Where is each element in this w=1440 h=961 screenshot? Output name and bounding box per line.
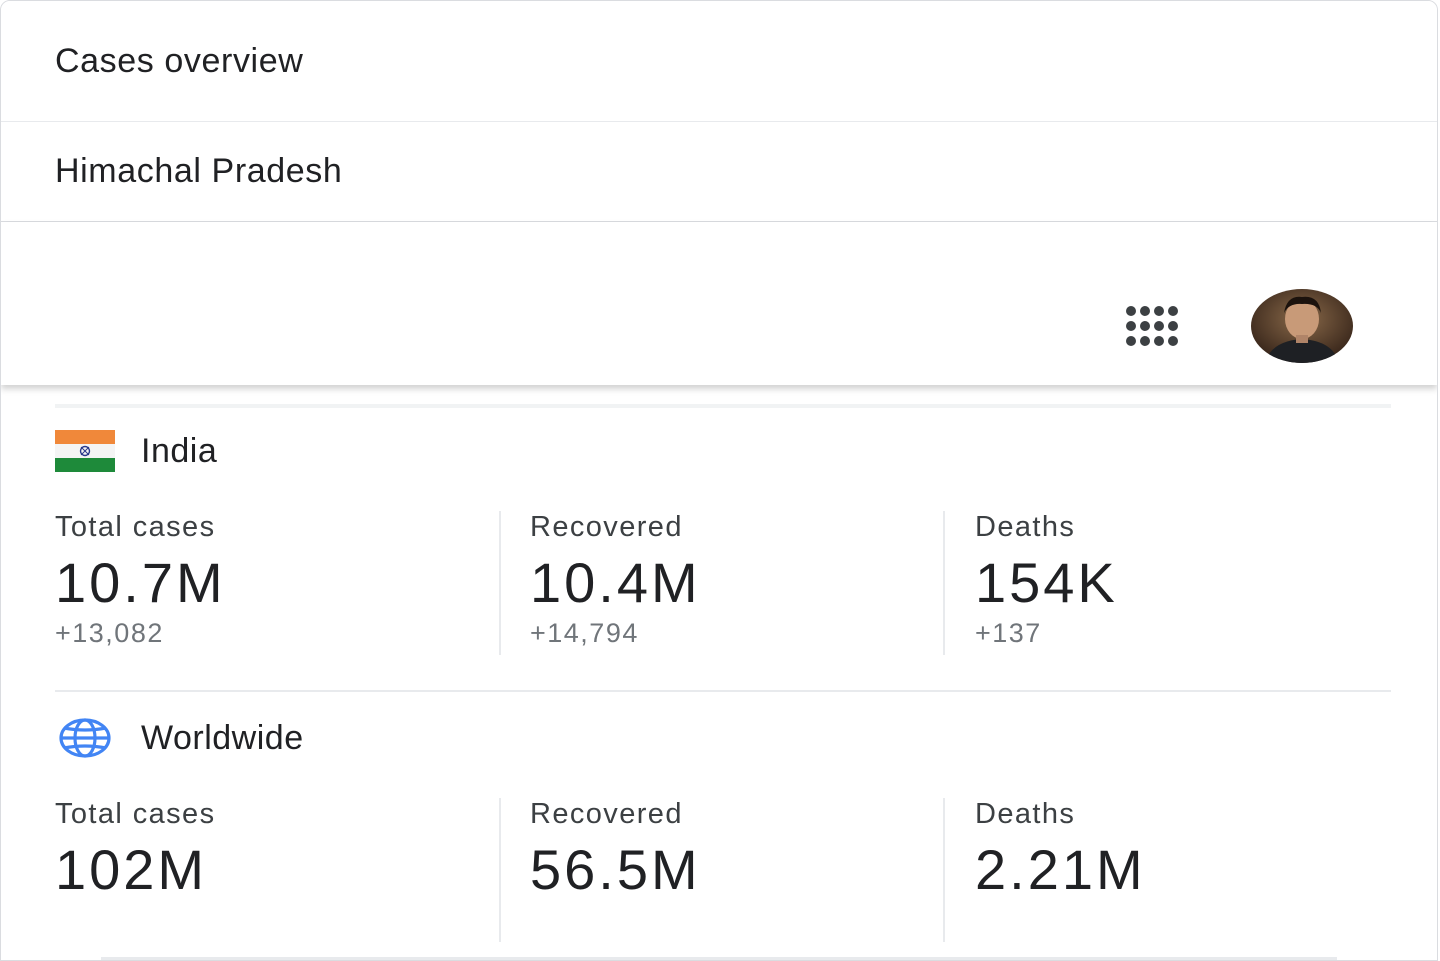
stat-label: Total cases	[55, 511, 216, 543]
divider	[499, 511, 501, 655]
location-dropdown-menu: Cases overview Himachal Pradesh	[1, 1, 1437, 222]
stat-deaths: Deaths 2.21M	[975, 794, 1146, 944]
india-flag-icon	[55, 430, 115, 472]
avatar-photo	[1251, 289, 1353, 363]
stat-value: 102M	[55, 838, 208, 901]
stat-label: Recovered	[530, 511, 683, 543]
stat-total-cases: Total cases 102M	[55, 794, 215, 944]
stat-label: Deaths	[975, 798, 1076, 830]
stat-value: 10.7M	[55, 551, 226, 614]
menu-option-label: Himachal Pradesh	[55, 151, 343, 190]
stats-row-worldwide: Total cases 102M Recovered 56.5M Deaths …	[1, 794, 1437, 944]
stat-value: 154K	[975, 551, 1118, 614]
menu-option-cases-overview[interactable]: Cases overview	[1, 1, 1437, 122]
menu-option-himachal-pradesh[interactable]: Himachal Pradesh	[1, 122, 1437, 220]
stats-content: India Total cases 10.7M +13,082 Recovere…	[1, 385, 1437, 960]
stat-total-cases: Total cases 10.7M +13,082	[55, 507, 226, 657]
divider	[55, 690, 1391, 692]
divider	[55, 404, 1391, 408]
divider	[943, 511, 945, 655]
stat-delta: +14,794	[530, 618, 639, 648]
stat-value: 10.4M	[530, 551, 701, 614]
stat-deaths: Deaths 154K +137	[975, 507, 1118, 657]
stat-label: Deaths	[975, 511, 1076, 543]
stat-delta: +137	[975, 618, 1042, 648]
stat-recovered: Recovered 56.5M	[530, 794, 701, 944]
stat-label: Total cases	[55, 798, 216, 830]
top-bar	[1, 222, 1437, 385]
apps-grid-icon-graphic	[1126, 306, 1178, 346]
divider	[943, 798, 945, 942]
apps-grid-icon[interactable]	[1119, 301, 1185, 351]
globe-icon	[55, 716, 115, 760]
divider	[101, 957, 1337, 960]
region-header-india: India	[55, 427, 217, 475]
account-avatar[interactable]	[1251, 289, 1353, 363]
stat-label: Recovered	[530, 798, 683, 830]
menu-option-label: Cases overview	[55, 41, 304, 80]
cases-card: Cases overview Himachal Pradesh India To…	[0, 0, 1438, 961]
stat-value: 56.5M	[530, 838, 701, 901]
region-header-worldwide: Worldwide	[55, 714, 304, 762]
divider	[499, 798, 501, 942]
stats-row-india: Total cases 10.7M +13,082 Recovered 10.4…	[1, 507, 1437, 657]
region-name: Worldwide	[141, 718, 304, 757]
stat-value: 2.21M	[975, 838, 1146, 901]
region-name: India	[141, 431, 218, 470]
stat-delta: +13,082	[55, 618, 164, 648]
stat-recovered: Recovered 10.4M +14,794	[530, 507, 701, 657]
